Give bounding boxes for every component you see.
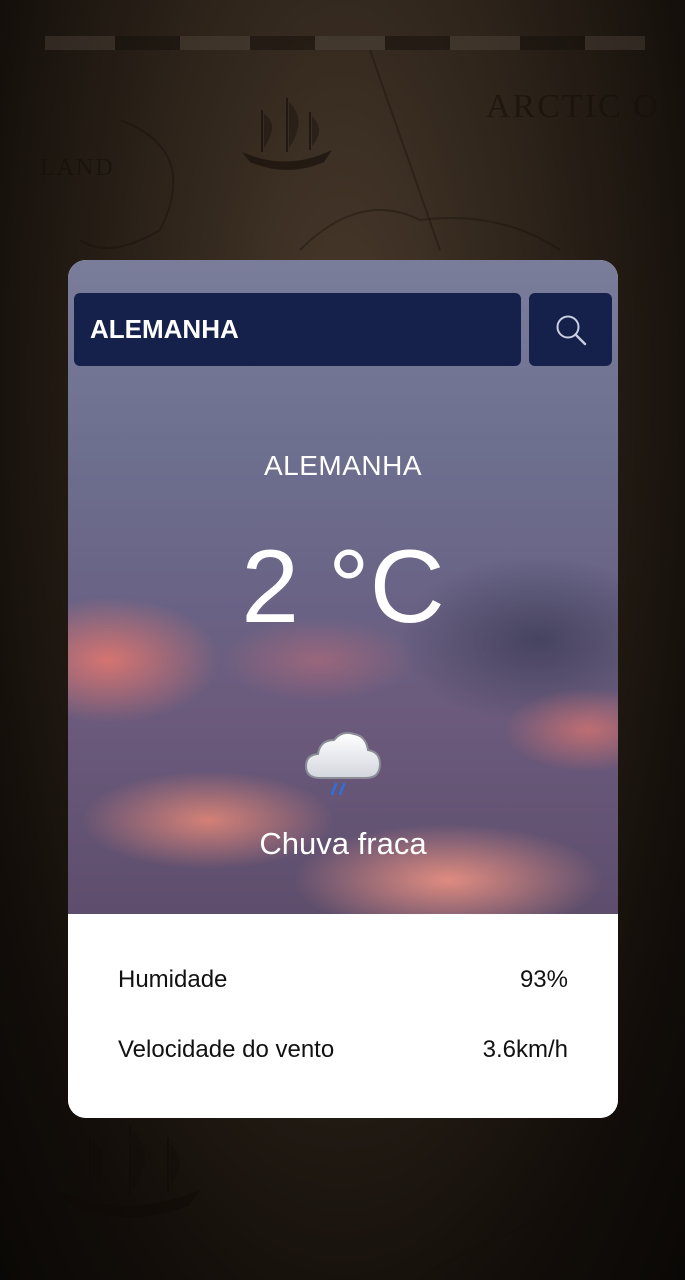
weather-condition: Chuva fraca <box>259 826 427 861</box>
weather-details: Humidade 93% Velocidade do vento 3.6km/h <box>68 914 618 1118</box>
humidity-value: 93% <box>519 966 568 993</box>
search-button[interactable] <box>529 293 612 366</box>
wind-speed-value: 3.6km/h <box>482 1036 568 1063</box>
cloud-rain-icon <box>304 731 382 796</box>
wind-speed-row: Velocidade do vento 3.6km/h <box>118 1036 568 1064</box>
humidity-label: Humidade <box>118 966 228 993</box>
city-name: ALEMANHA <box>263 450 423 481</box>
weather-card: ALEMANHA 2 °C Chuva fraca Humidade 93% V… <box>68 260 618 1118</box>
wind-speed-label: Velocidade do vento <box>118 1036 335 1063</box>
temperature: 2 °C <box>241 529 445 645</box>
search-input[interactable] <box>74 293 521 366</box>
humidity-row: Humidade 93% <box>118 966 568 994</box>
search-icon <box>556 315 586 345</box>
